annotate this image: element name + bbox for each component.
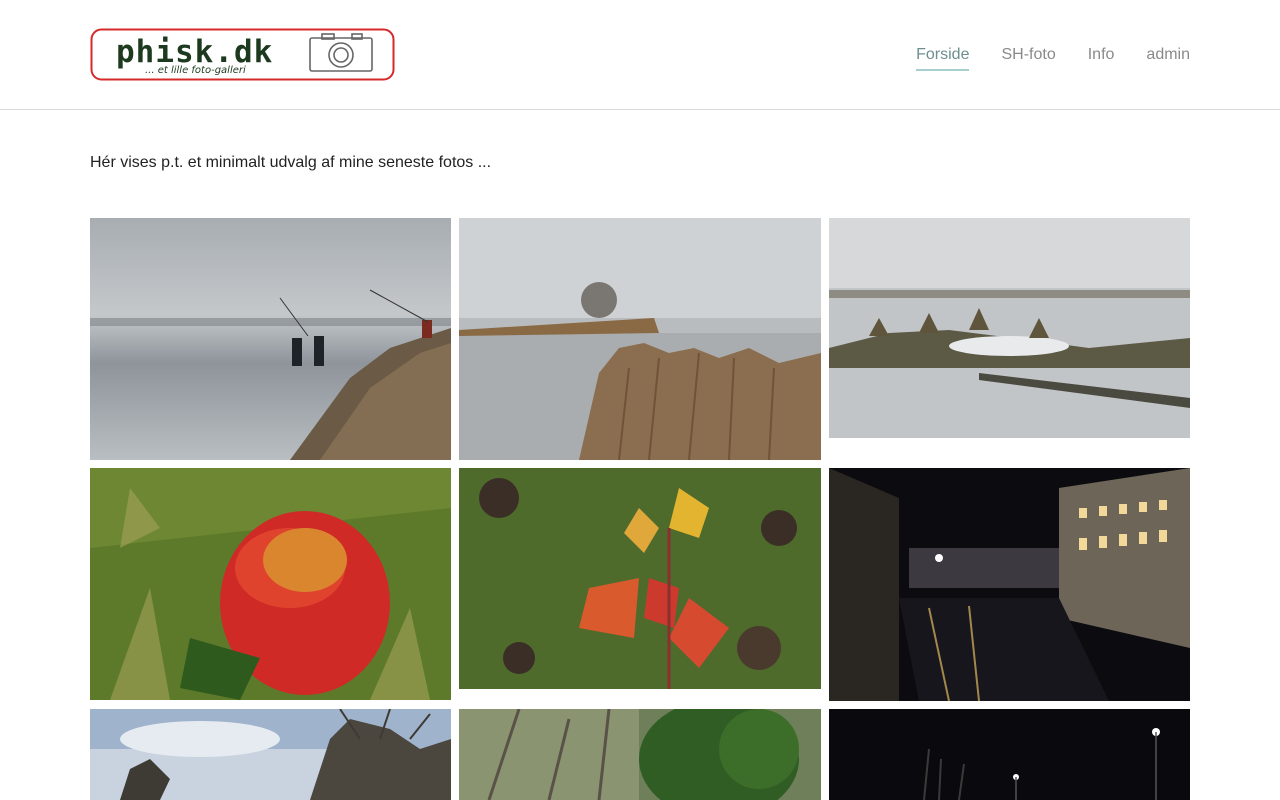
photo-autumn-leaves[interactable]	[459, 468, 821, 689]
intro-text: Hér vises p.t. et minimalt udvalg af min…	[90, 154, 492, 171]
nav-admin[interactable]: admin	[1146, 45, 1190, 71]
site-logo[interactable]: phisk.dk ... et lille foto-galleri	[90, 28, 395, 81]
nav-sh-foto[interactable]: SH-foto	[1001, 45, 1055, 71]
photo-reeds-lake[interactable]	[459, 218, 821, 460]
photo-bitten-apple[interactable]	[90, 468, 451, 700]
photo-night-harbor[interactable]	[829, 709, 1190, 800]
nav-forside[interactable]: Forside	[916, 45, 970, 71]
photo-bare-trees-sky[interactable]	[90, 709, 451, 800]
photo-forest-green[interactable]	[459, 709, 821, 800]
photo-marsh-fog[interactable]	[829, 218, 1190, 438]
photo-fishermen-fog[interactable]	[90, 218, 451, 460]
logo-tagline: ... et lille foto-galleri	[145, 65, 246, 76]
site-header: phisk.dk ... et lille foto-galleri Forsi…	[0, 0, 1280, 110]
photo-night-canal[interactable]	[829, 468, 1190, 701]
nav-info[interactable]: Info	[1088, 45, 1115, 71]
main-nav: Forside SH-foto Info admin	[916, 45, 1190, 71]
